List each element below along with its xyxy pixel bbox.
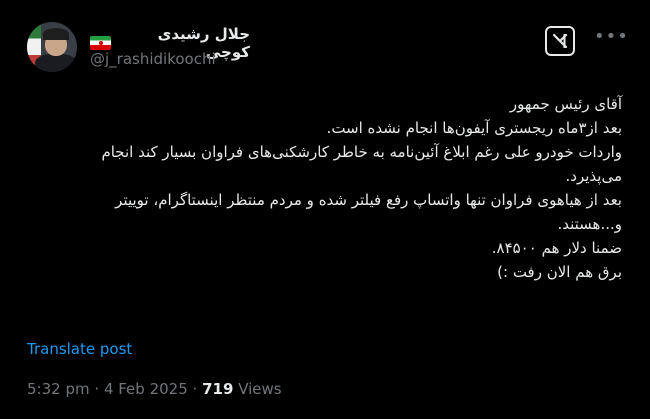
- tweet-text: آقای رئیس جمهور بعد از۳ماه ریجستری آیفون…: [27, 92, 622, 284]
- tweet-line: ضمنا دلار هم ۸۴۵۰۰.: [491, 239, 622, 257]
- more-button[interactable]: •••: [594, 28, 628, 52]
- grok-button[interactable]: [545, 26, 575, 56]
- avatar[interactable]: [27, 22, 77, 72]
- avatar-hair: [43, 28, 69, 40]
- meta-separator: ·: [94, 380, 100, 398]
- iran-flag-icon: [90, 36, 111, 50]
- meta-separator: ·: [192, 380, 198, 398]
- tweet-line: بعد از هیاهوی فراوان تنها واتساپ رفع فیل…: [115, 191, 622, 209]
- tweet-line: برق هم الان رفت :): [497, 263, 622, 281]
- grok-icon: [552, 33, 568, 49]
- post-time[interactable]: 5:32 pm: [27, 380, 90, 398]
- translate-post-link[interactable]: Translate post: [27, 340, 132, 358]
- avatar-suit: [35, 54, 77, 72]
- tweet-line: می‌پذیرد.: [565, 167, 622, 185]
- tweet-meta: 5:32 pm · 4 Feb 2025 · 719 Views: [27, 380, 282, 398]
- views-count: 719: [202, 380, 234, 398]
- post-date[interactable]: 4 Feb 2025: [104, 380, 188, 398]
- tweet-line: بعد از۳ماه ریجستری آیفون‌ها انجام نشده ا…: [326, 119, 622, 137]
- tweet-line: و...هستند.: [557, 215, 622, 233]
- author-handle[interactable]: @j_rashidikoochi: [90, 50, 216, 68]
- tweet-line: آقای رئیس جمهور: [509, 95, 622, 113]
- more-icon: •••: [594, 26, 629, 47]
- tweet-line: واردات خودرو علی رغم ابلاغ آئین‌نامه به …: [101, 143, 622, 161]
- views-label: Views: [238, 380, 282, 398]
- tweet-card: جلال رشیدی کوچی @j_rashidikoochi ••• آقا…: [0, 0, 650, 419]
